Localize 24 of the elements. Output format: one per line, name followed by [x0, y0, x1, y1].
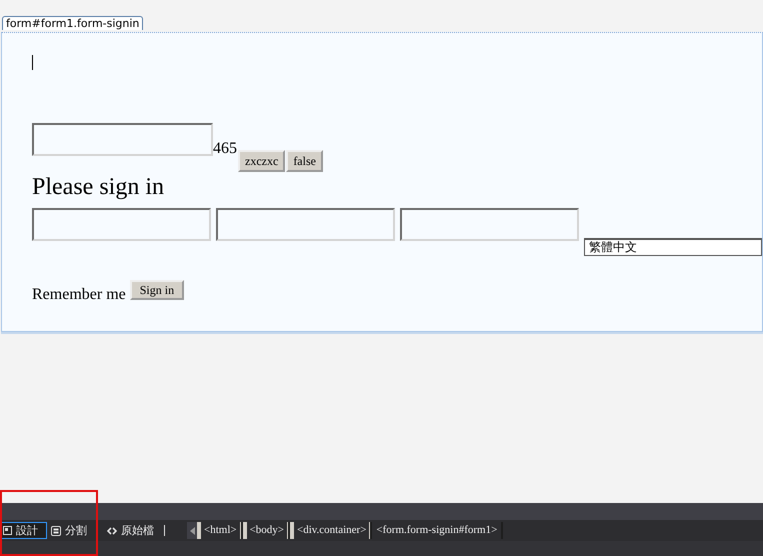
breadcrumb-tag[interactable]: <form.form-signin#form1>	[372, 522, 502, 539]
form-button[interactable]: zxczxc	[238, 150, 286, 172]
breadcrumb-tag[interactable]: <html>	[197, 522, 241, 539]
view-tab[interactable]: 設計	[0, 522, 47, 539]
sign-in-button[interactable]: Sign in	[130, 280, 184, 300]
view-tab[interactable]: 分割	[48, 522, 90, 539]
scroll-left-icon[interactable]	[190, 526, 194, 534]
language-select[interactable]: 繁體中文	[584, 238, 762, 256]
input-field[interactable]	[400, 208, 579, 241]
split-view-icon	[51, 526, 61, 536]
element-tag-label: form#form1.form-signin	[2, 16, 144, 30]
remember-label: Remember me	[32, 287, 126, 303]
view-tab[interactable]: 原始檔	[104, 522, 157, 539]
source-view-icon	[107, 526, 117, 534]
text-cursor	[32, 55, 33, 70]
input-field[interactable]	[32, 123, 213, 156]
design-view-icon	[3, 526, 12, 535]
input-field[interactable]	[32, 208, 211, 241]
form-button[interactable]: false	[286, 150, 323, 172]
breadcrumb-tag[interactable]: <body>	[242, 522, 288, 539]
breadcrumb-tag[interactable]: <div.container>	[290, 522, 370, 539]
counter-text: 465	[213, 142, 237, 156]
input-field[interactable]	[216, 208, 395, 241]
form-heading: Please sign in	[32, 174, 165, 200]
